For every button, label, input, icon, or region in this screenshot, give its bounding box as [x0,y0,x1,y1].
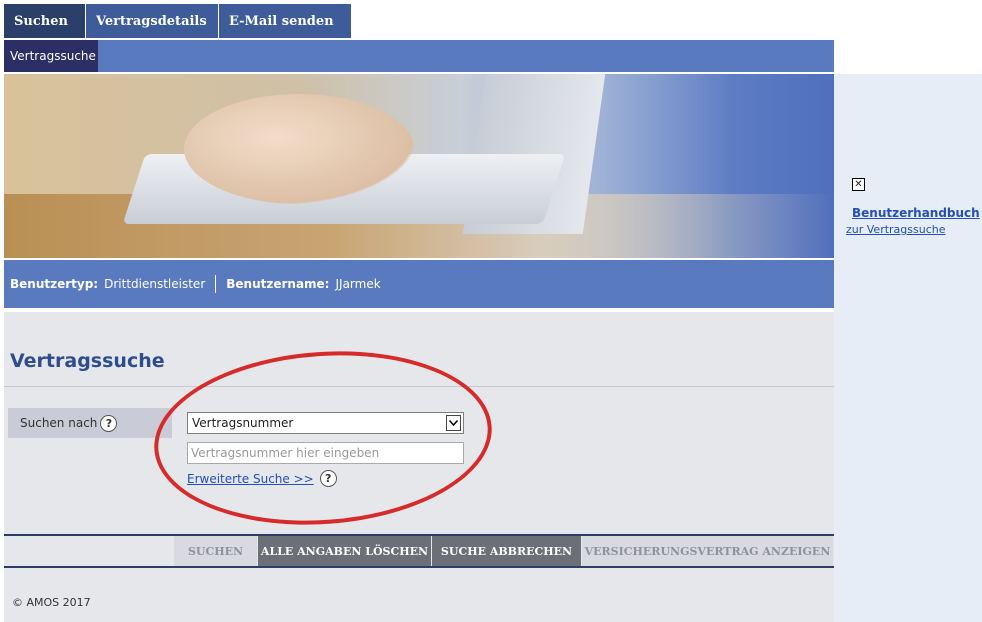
search-by-label: Suchen nach [20,416,98,430]
clear-all-button[interactable]: ALLE ANGABEN LÖSCHEN [258,536,432,566]
search-panel: Vertragssuche Suchen nach ? Vertragsnumm… [4,312,834,622]
button-bar-spacer [4,536,174,566]
search-type-selected-value: Vertragsnummer [192,416,294,430]
user-name-label: Benutzername: [226,277,330,291]
red-annotation-ellipse [148,340,498,536]
tab-suchen[interactable]: Suchen [4,4,86,38]
search-by-help-icon[interactable]: ? [100,414,118,432]
user-manual-link[interactable]: Benutzerhandbuch [852,206,980,220]
user-info-bar: Benutzertyp: Drittdienstleister Benutzer… [4,260,834,308]
user-type-value: Drittdienstleister [104,277,206,291]
right-sidebar: ✕ Benutzerhandbuch zur Vertragssuche [834,74,982,622]
footer-copyright: © AMOS 2017 [12,596,91,609]
search-button[interactable]: SUCHEN [174,536,258,566]
search-type-select[interactable]: Vertragsnummer [187,412,464,434]
show-contract-button[interactable]: VERSICHERUNGSVERTRAG ANZEIGEN [582,536,834,566]
advanced-search-link[interactable]: Erweiterte Suche >> [187,472,314,486]
contract-number-input[interactable] [187,442,464,464]
tab-vertragsdetails[interactable]: Vertragsdetails [86,4,219,38]
title-divider [4,386,834,387]
broken-image-icon: ✕ [852,178,865,191]
advanced-search-help-icon[interactable]: ? [319,470,337,487]
chevron-down-icon[interactable] [446,415,461,431]
subtab-vertragssuche[interactable]: Vertragssuche [4,40,98,72]
header-banner-image [4,74,834,258]
cancel-search-button[interactable]: SUCHE ABBRECHEN [432,536,582,566]
banner-hand [184,94,414,204]
sub-navigation: Vertragssuche [4,40,834,72]
user-info-divider [215,275,217,293]
user-type-label: Benutzertyp: [10,277,99,291]
user-manual-sub-link[interactable]: zur Vertragssuche [846,223,946,236]
advanced-search-row: Erweiterte Suche >> ? [187,470,337,487]
action-button-bar: SUCHEN ALLE ANGABEN LÖSCHEN SUCHE ABBREC… [4,534,834,568]
search-by-label-cell: Suchen nach ? [8,408,172,438]
user-name-value: JJarmek [335,277,381,291]
main-tabs: Suchen Vertragsdetails E-Mail senden [4,4,352,38]
tab-email-senden[interactable]: E-Mail senden [219,4,352,38]
page-title: Vertragssuche [10,350,165,372]
